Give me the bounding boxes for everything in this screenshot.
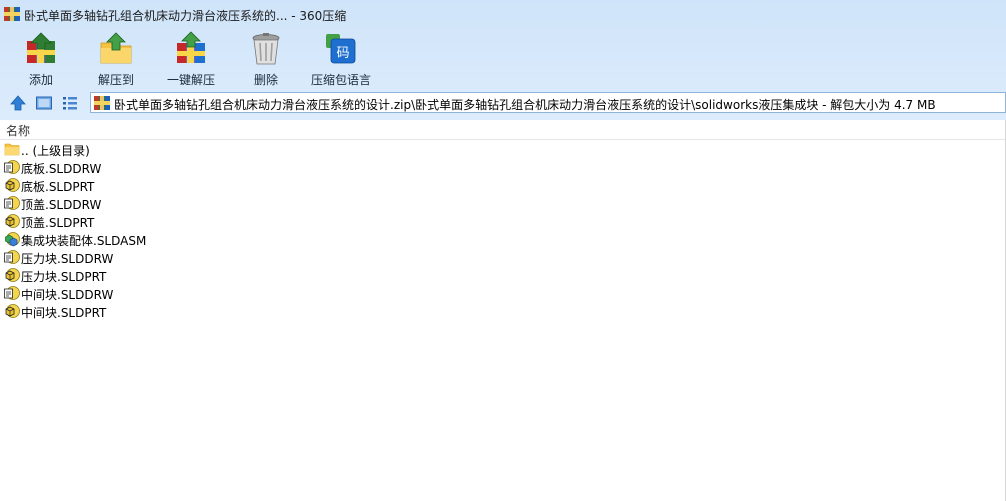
delete-icon <box>252 33 280 65</box>
title-bar: 卧式单面多轴钻孔组合机床动力滑台液压系统的... - 360压缩 <box>0 0 1006 28</box>
sldprt-drawing-icon <box>4 159 20 175</box>
folder-icon <box>4 141 20 157</box>
list-item-label: 压力块.SLDDRW <box>21 252 114 266</box>
list-item-label: 中间块.SLDPRT <box>21 306 107 320</box>
list-item[interactable]: 压力块.SLDDRW <box>0 248 1006 266</box>
extract-to-button[interactable]: 解压到 <box>81 28 151 88</box>
list-item-label: 集成块装配体.SLDASM <box>21 234 147 248</box>
one-click-extract-button-label: 一键解压 <box>166 73 215 87</box>
list-item[interactable]: 中间块.SLDPRT <box>0 302 1006 320</box>
list-item[interactable]: 中间块.SLDDRW <box>0 284 1006 302</box>
sldasm-assembly-icon <box>4 231 20 247</box>
list-item[interactable]: 顶盖.SLDDRW <box>0 194 1006 212</box>
add-icon <box>27 32 55 63</box>
sldprt-drawing-icon <box>4 249 20 265</box>
column-header-label: 名称 <box>6 124 31 138</box>
list-item[interactable]: .. (上级目录) <box>0 140 1006 158</box>
archive-language-icon: 码 <box>326 34 356 64</box>
list-item[interactable]: 压力块.SLDPRT <box>0 266 1006 284</box>
list-item-label: 底板.SLDPRT <box>21 180 95 194</box>
archive-icon <box>94 96 110 110</box>
sldprt-part-icon <box>4 303 20 319</box>
window-chrome: 卧式单面多轴钻孔组合机床动力滑台液压系统的... - 360压缩 添加 解压到 <box>0 0 1006 120</box>
list-item-label: 顶盖.SLDPRT <box>21 216 95 230</box>
list-item[interactable]: 集成块装配体.SLDASM <box>0 230 1006 248</box>
address-bar: 卧式单面多轴钻孔组合机床动力滑台液压系统的设计.zip\卧式单面多轴钻孔组合机床… <box>0 91 1006 115</box>
list-item[interactable]: 顶盖.SLDPRT <box>0 212 1006 230</box>
delete-button[interactable]: 删除 <box>231 28 301 88</box>
one-click-extract-button[interactable]: 一键解压 <box>156 28 226 88</box>
up-arrow-icon[interactable] <box>9 94 27 112</box>
archive-language-button[interactable]: 码 压缩包语言 <box>306 28 376 88</box>
column-header-name[interactable]: 名称 <box>0 120 1006 140</box>
sldprt-part-icon <box>4 267 20 283</box>
path-field[interactable]: 卧式单面多轴钻孔组合机床动力滑台液压系统的设计.zip\卧式单面多轴钻孔组合机床… <box>90 92 1006 113</box>
list-item[interactable]: 底板.SLDDRW <box>0 158 1006 176</box>
list-item-label: 顶盖.SLDDRW <box>21 198 102 212</box>
list-view-icon[interactable] <box>61 94 79 112</box>
path-text: 卧式单面多轴钻孔组合机床动力滑台液压系统的设计.zip\卧式单面多轴钻孔组合机床… <box>114 98 936 112</box>
sldprt-drawing-icon <box>4 285 20 301</box>
archive-language-button-label: 压缩包语言 <box>310 73 371 87</box>
sldprt-drawing-icon <box>4 195 20 211</box>
list-item[interactable]: 底板.SLDPRT <box>0 176 1006 194</box>
window-title: 卧式单面多轴钻孔组合机床动力滑台液压系统的... - 360压缩 <box>24 9 347 23</box>
add-button-label: 添加 <box>28 73 53 87</box>
sldprt-part-icon <box>4 213 20 229</box>
file-list: .. (上级目录) 底板.SLDDRW 底板.SLDPRT 顶盖.SLDDRW 顶盖.S… <box>0 140 1006 320</box>
extract-to-button-label: 解压到 <box>97 73 134 87</box>
extract-to-icon <box>100 32 132 64</box>
add-button[interactable]: 添加 <box>6 28 76 88</box>
list-item-label: 中间块.SLDDRW <box>21 288 114 302</box>
app-archive-icon <box>4 7 20 21</box>
thumbnail-view-icon[interactable] <box>35 94 53 112</box>
list-item-label: 压力块.SLDPRT <box>21 270 107 284</box>
list-item-label: .. (上级目录) <box>21 144 90 158</box>
list-item-label: 底板.SLDDRW <box>21 162 102 176</box>
delete-button-label: 删除 <box>253 73 278 87</box>
archive-language-glyph: 码 <box>336 46 349 61</box>
one-click-extract-icon <box>177 31 205 63</box>
sldprt-part-icon <box>4 177 20 193</box>
toolbar: 添加 解压到 一键解压 删除 码 压缩包语言 <box>0 28 1006 88</box>
